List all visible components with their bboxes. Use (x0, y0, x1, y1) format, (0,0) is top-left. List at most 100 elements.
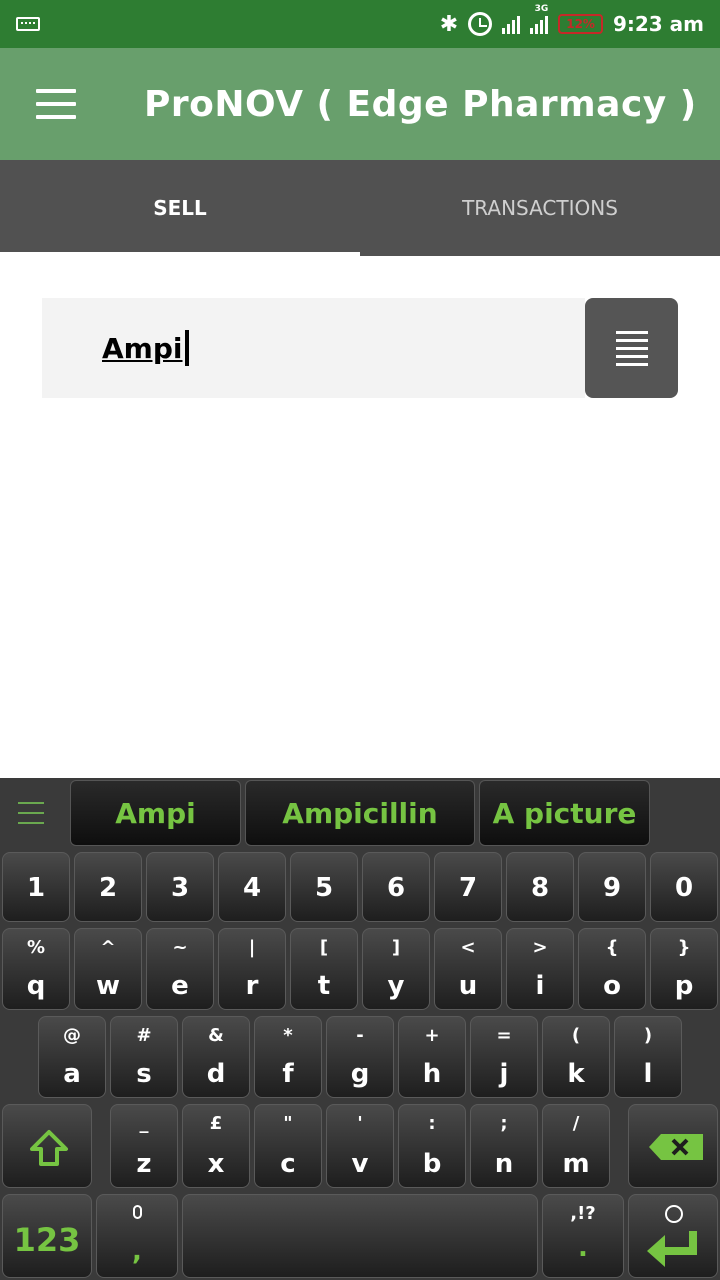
soft-keyboard: Ampi Ampicillin A picture 1 2 3 4 5 6 7 8 9 0% q ^ w… (0, 778, 720, 1280)
key-d[interactable]: & d (182, 1016, 250, 1098)
suggestion-3[interactable]: A picture (479, 780, 650, 846)
key-d-label: d (206, 1059, 226, 1089)
key-o-label: o (603, 971, 621, 1001)
key-n-sub-label: ; (500, 1113, 508, 1134)
key-q-label: q (26, 971, 46, 1001)
key-c[interactable]: " c (254, 1104, 322, 1188)
search-input[interactable]: Ampi (42, 298, 585, 398)
key-l-label: l (643, 1059, 653, 1089)
key-v[interactable]: ' v (326, 1104, 394, 1188)
key-3[interactable]: 3 (146, 852, 214, 922)
key-8-label: 8 (530, 873, 550, 903)
key-i[interactable]: > i (506, 928, 574, 1010)
key-r[interactable]: | r (218, 928, 286, 1010)
key-5[interactable]: 5 (290, 852, 358, 922)
enter-arrow-icon (647, 1231, 697, 1267)
key-f-label: f (282, 1059, 294, 1089)
key-b-label: b (422, 1149, 442, 1179)
key-7-label: 7 (458, 873, 478, 903)
alarm-icon (468, 12, 493, 36)
key-y[interactable]: ] y (362, 928, 430, 1010)
app-title: ProNOV ( Edge Pharmacy ) (144, 83, 697, 125)
suggestion-bar: Ampi Ampicillin A picture (0, 778, 720, 848)
key-x-label: x (207, 1149, 225, 1179)
key-e[interactable]: ~ e (146, 928, 214, 1010)
shift-arrow-icon (30, 1130, 68, 1166)
key-0[interactable]: 0 (650, 852, 718, 922)
status-icons: ✱ 3G 12% 9:23 am (440, 4, 704, 37)
key-i-sub-label: > (532, 937, 548, 958)
key-v-label: v (351, 1149, 369, 1179)
key-a-label: a (63, 1059, 81, 1089)
key-w-label: w (95, 971, 121, 1001)
enter-key[interactable] (628, 1194, 718, 1278)
key-t[interactable]: [t (290, 928, 358, 1010)
key-4[interactable]: 4 (218, 852, 286, 922)
key-t-sub-label: [ (319, 937, 329, 958)
network-label: 3G (534, 4, 549, 14)
key-8[interactable]: 8 (506, 852, 574, 922)
key-w[interactable]: ^ w (74, 928, 142, 1010)
key-p[interactable]: } p (650, 928, 718, 1010)
key-i-label: i (535, 971, 545, 1001)
signal-3g-icon: 3G (530, 4, 549, 34)
key-m-label: m (562, 1149, 590, 1179)
suggestion-1[interactable]: Ampi (70, 780, 241, 846)
key-2[interactable]: 2 (74, 852, 142, 922)
menu-icon[interactable] (36, 89, 76, 119)
list-button[interactable] (585, 298, 678, 398)
key-n[interactable]: ; n (470, 1104, 538, 1188)
key-b[interactable]: :b (398, 1104, 466, 1188)
key-g[interactable]: -g (326, 1016, 394, 1098)
symbols-key[interactable]: 123 (2, 1194, 92, 1278)
key-j[interactable]: = j (470, 1016, 538, 1098)
symbols-key-label: 123 (13, 1221, 81, 1259)
key-6[interactable]: 6 (362, 852, 430, 922)
text-cursor (184, 330, 189, 366)
period-key[interactable]: ,!?. (542, 1194, 624, 1278)
key-s[interactable]: # s (110, 1016, 178, 1098)
key-h[interactable]: + h (398, 1016, 466, 1098)
key-2-label: 2 (98, 873, 118, 903)
suggestion-2[interactable]: Ampicillin (245, 780, 475, 846)
key-s-label: s (136, 1059, 152, 1089)
key-5-label: 5 (314, 873, 334, 903)
key-z-label: z (136, 1149, 152, 1179)
key-7[interactable]: 7 (434, 852, 502, 922)
backspace-key[interactable] (628, 1104, 718, 1188)
key-z[interactable]: _ z (110, 1104, 178, 1188)
key-u[interactable]: < u (434, 928, 502, 1010)
key-9[interactable]: 9 (578, 852, 646, 922)
key-m[interactable]: / m (542, 1104, 610, 1188)
app-bar: ProNOV ( Edge Pharmacy ) (0, 48, 720, 160)
signal-icon (502, 14, 521, 34)
key-1[interactable]: 1 (2, 852, 70, 922)
space-key[interactable] (182, 1194, 538, 1278)
key-e-sub-label: ~ (172, 937, 188, 958)
key-f[interactable]: * f (254, 1016, 322, 1098)
key-t-label: t (317, 971, 331, 1001)
key-y-sub-label: ] (391, 937, 401, 958)
key-q[interactable]: % q (2, 928, 70, 1010)
tab-sell[interactable]: SELL (0, 160, 360, 256)
key-l[interactable]: ) l (614, 1016, 682, 1098)
key-1-label: 1 (26, 873, 46, 903)
search-input-value: Ampi (102, 331, 183, 365)
period-key-sub-label: ,!? (570, 1203, 596, 1224)
tab-transactions[interactable]: TRANSACTIONS (360, 160, 720, 256)
key-s-sub-label: # (136, 1025, 152, 1046)
key-o[interactable]: {o (578, 928, 646, 1010)
key-p-label: p (674, 971, 694, 1001)
key-3-label: 3 (170, 873, 190, 903)
shift-key[interactable] (2, 1104, 92, 1188)
tab-bar: SELL TRANSACTIONS (0, 160, 720, 256)
key-x[interactable]: £ x (182, 1104, 250, 1188)
keyboard-menu-icon[interactable] (18, 802, 44, 824)
key-a[interactable]: @ a (38, 1016, 106, 1098)
key-k[interactable]: (k (542, 1016, 610, 1098)
key-b-sub-label: : (428, 1113, 436, 1134)
key-e-label: e (171, 971, 189, 1001)
comma-key[interactable]: , (96, 1194, 178, 1278)
clock: 9:23 am (612, 12, 704, 36)
comma-key-label: , (132, 1237, 142, 1267)
